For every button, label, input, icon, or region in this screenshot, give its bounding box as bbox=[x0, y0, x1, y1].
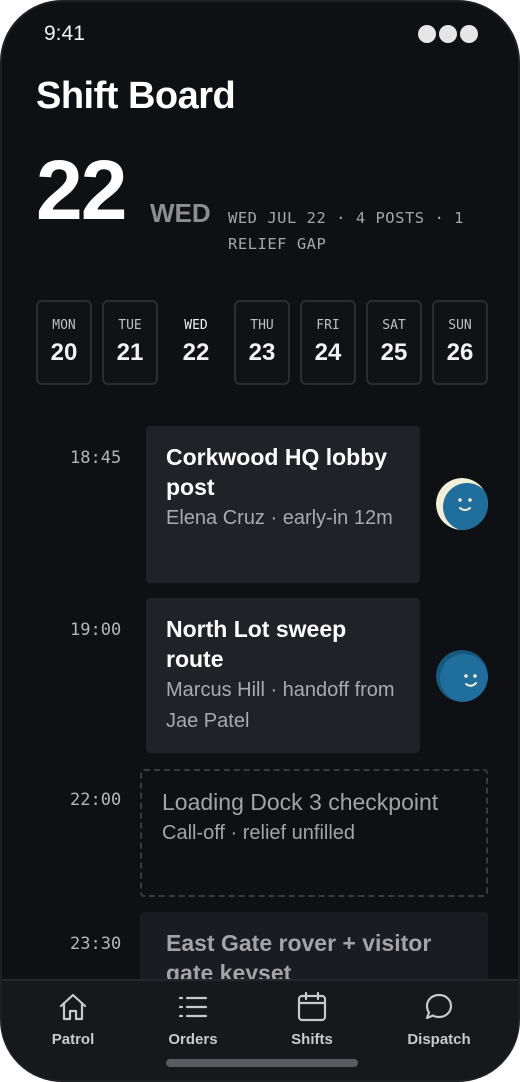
shift-card-unfilled[interactable]: Loading Dock 3 checkpoint Call-off · rel… bbox=[140, 769, 488, 897]
day-chip-tue[interactable]: TUE 21 bbox=[102, 300, 158, 385]
avatar-face-icon bbox=[436, 478, 488, 530]
shift-title: Corkwood HQ lobby post bbox=[166, 444, 388, 500]
selected-day-weekday: WED bbox=[150, 198, 211, 228]
shift-time: 19:00 bbox=[70, 620, 122, 640]
shift-time: 23:30 bbox=[70, 934, 122, 954]
day-chip-dow: THU bbox=[250, 318, 274, 333]
day-chip-dow: MON bbox=[52, 318, 76, 333]
shift-subtitle: Marcus Hill · handoff from Jae Patel bbox=[166, 679, 395, 732]
tab-label: Patrol bbox=[51, 1031, 95, 1048]
day-chip-dow: TUE bbox=[118, 318, 142, 333]
chat-bubble-icon bbox=[425, 993, 453, 1020]
day-chip-fri[interactable]: FRI 24 bbox=[300, 300, 356, 385]
day-summary: WED JUL 22 · 4 POSTS · 1 RELIEF GAP bbox=[228, 209, 464, 253]
status-dots-icon bbox=[418, 25, 478, 43]
tab-label: Shifts bbox=[291, 1031, 333, 1048]
day-chip-thu[interactable]: THU 23 bbox=[234, 300, 290, 385]
list-icon bbox=[178, 996, 208, 1018]
shift-card[interactable]: Corkwood HQ lobby post Elena Cruz · earl… bbox=[146, 426, 420, 583]
shift-title: Loading Dock 3 checkpoint bbox=[162, 789, 439, 815]
day-chip-dow: FRI bbox=[316, 318, 340, 333]
day-chip-num: 25 bbox=[380, 339, 408, 366]
home-indicator[interactable] bbox=[166, 1059, 358, 1067]
shift-subtitle: Elena Cruz · early-in 12m bbox=[166, 507, 393, 529]
day-chip-wed-selected[interactable]: WED 22 bbox=[168, 300, 224, 385]
tab-patrol[interactable]: Patrol bbox=[18, 991, 128, 1048]
phone-frame: 9:41 Shift Board 22 WED WED JUL 22 · 4 P… bbox=[0, 0, 520, 1082]
day-chip-num: 22 bbox=[182, 339, 210, 366]
day-chip-sat[interactable]: SAT 25 bbox=[366, 300, 422, 385]
shift-time: 18:45 bbox=[70, 448, 122, 468]
tab-label: Dispatch bbox=[407, 1031, 471, 1048]
day-chip-num: 26 bbox=[446, 339, 474, 366]
day-chip-dow: SUN bbox=[448, 318, 472, 333]
calendar-icon bbox=[297, 991, 327, 1022]
shift-title: North Lot sweep route bbox=[166, 616, 347, 672]
tab-orders[interactable]: Orders bbox=[138, 991, 248, 1048]
day-chip-num: 24 bbox=[314, 339, 342, 366]
day-chip-dow: WED bbox=[184, 318, 208, 333]
avatar[interactable] bbox=[436, 650, 488, 702]
shift-time: 22:00 bbox=[70, 790, 122, 810]
home-icon bbox=[59, 993, 87, 1021]
day-chip-num: 20 bbox=[50, 339, 78, 366]
day-chip-num: 21 bbox=[116, 339, 144, 366]
tab-shifts[interactable]: Shifts bbox=[257, 991, 367, 1048]
day-chip-mon[interactable]: MON 20 bbox=[36, 300, 92, 385]
shift-card[interactable]: North Lot sweep route Marcus Hill · hand… bbox=[146, 598, 420, 753]
day-chip-dow: SAT bbox=[382, 318, 406, 333]
day-chip-num: 23 bbox=[248, 339, 276, 366]
page-title: Shift Board bbox=[36, 75, 236, 117]
day-chip-sun[interactable]: SUN 26 bbox=[432, 300, 488, 385]
tab-label: Orders bbox=[168, 1031, 218, 1048]
status-time: 9:41 bbox=[44, 22, 85, 45]
tab-dispatch[interactable]: Dispatch bbox=[384, 991, 494, 1048]
avatar-face-icon bbox=[436, 650, 488, 702]
selected-day-number: 22 bbox=[36, 143, 127, 237]
week-strip: MON 20 TUE 21 WED 22 THU 23 FRI 24 SAT 2… bbox=[36, 300, 488, 385]
shift-subtitle: Call-off · relief unfilled bbox=[162, 822, 356, 844]
avatar[interactable] bbox=[436, 478, 488, 530]
